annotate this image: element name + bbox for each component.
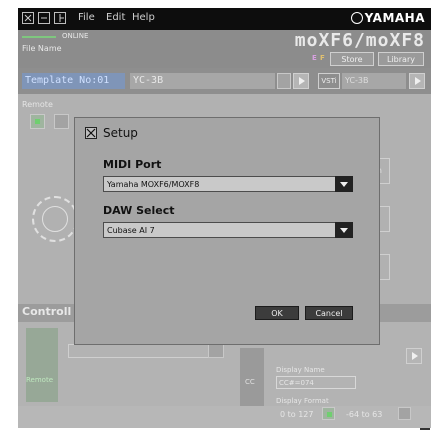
- midi-port-label: MIDI Port: [103, 158, 162, 171]
- chevron-down-icon[interactable]: [335, 222, 353, 238]
- daw-select-label: DAW Select: [103, 204, 175, 217]
- remote-tab[interactable]: Remote: [26, 328, 58, 402]
- template-arrow-button[interactable]: [293, 73, 309, 89]
- brand-text: YAMAHA: [364, 11, 425, 25]
- title-bar: File Edit Help YAMAHA: [18, 8, 431, 30]
- tuning-fork-icon: [350, 12, 363, 24]
- range-option-2[interactable]: -64 to 63: [346, 410, 382, 419]
- dialog-title: Setup: [103, 126, 138, 140]
- control-field-button[interactable]: [208, 344, 224, 358]
- vsti-label: VSTi: [318, 73, 340, 89]
- e-indicator: E: [312, 54, 317, 62]
- online-status: ONLINE: [62, 32, 89, 40]
- minimize-window-icon[interactable]: [38, 12, 50, 24]
- display-format-label: Display Format: [276, 397, 329, 405]
- header-bar: ONLINE File Name moXF6/moXF8 E F Store L…: [18, 30, 431, 68]
- dialog-close-icon[interactable]: [85, 127, 97, 139]
- menu-help[interactable]: Help: [132, 12, 155, 23]
- display-arrow-button[interactable]: [406, 348, 422, 364]
- control-field[interactable]: [68, 344, 224, 358]
- knob-dial-icon[interactable]: [32, 196, 78, 242]
- template-stepper[interactable]: [277, 73, 291, 89]
- remote-label: Remote: [22, 100, 53, 109]
- cc-column: CC: [240, 348, 264, 406]
- yamaha-logo: YAMAHA: [350, 11, 425, 25]
- range-toggle-1[interactable]: [322, 407, 335, 420]
- knob-center: [42, 206, 68, 232]
- display-name-label: Display Name: [276, 366, 325, 374]
- remote-tab-label: Remote: [26, 376, 54, 384]
- close-window-icon[interactable]: [22, 12, 34, 24]
- cancel-button[interactable]: Cancel: [305, 306, 353, 320]
- menu-edit[interactable]: Edit: [106, 12, 125, 23]
- daw-select[interactable]: Cubase AI 7: [103, 222, 353, 238]
- template-number[interactable]: Template No:01: [22, 73, 125, 89]
- control-label: Controll: [22, 305, 72, 318]
- template-name[interactable]: YC-3B: [130, 73, 275, 89]
- file-name-label: File Name: [22, 44, 62, 53]
- setup-dialog: Setup MIDI Port Yamaha MOXF6/MOXF8 DAW S…: [74, 117, 380, 345]
- range-option-1[interactable]: 0 to 127: [280, 410, 313, 419]
- daw-select-value: Cubase AI 7: [107, 226, 155, 235]
- menu-file[interactable]: File: [78, 12, 95, 23]
- f-indicator: F: [320, 54, 325, 62]
- remote-toggle[interactable]: [30, 114, 45, 129]
- vsti-arrow-button[interactable]: [409, 73, 425, 89]
- store-button[interactable]: Store: [330, 52, 374, 66]
- midi-port-value: Yamaha MOXF6/MOXF8: [107, 180, 200, 189]
- remote-toggle-2[interactable]: [54, 114, 69, 129]
- ok-button[interactable]: OK: [255, 306, 299, 320]
- maximize-window-icon[interactable]: [54, 12, 66, 24]
- display-name-field[interactable]: CC#=074: [276, 376, 356, 389]
- resize-handle[interactable]: [420, 428, 430, 430]
- template-bar: Template No:01 YC-3B VSTi YC-3B: [18, 68, 431, 94]
- moxf-logo: moXF6/moXF8: [294, 30, 425, 51]
- range-toggle-2[interactable]: [398, 407, 411, 420]
- vsti-name[interactable]: YC-3B: [342, 73, 406, 89]
- library-button[interactable]: Library: [378, 52, 424, 66]
- online-indicator: [22, 36, 56, 38]
- chevron-down-icon[interactable]: [335, 176, 353, 192]
- cc-label: CC: [245, 378, 255, 386]
- midi-port-select[interactable]: Yamaha MOXF6/MOXF8: [103, 176, 353, 192]
